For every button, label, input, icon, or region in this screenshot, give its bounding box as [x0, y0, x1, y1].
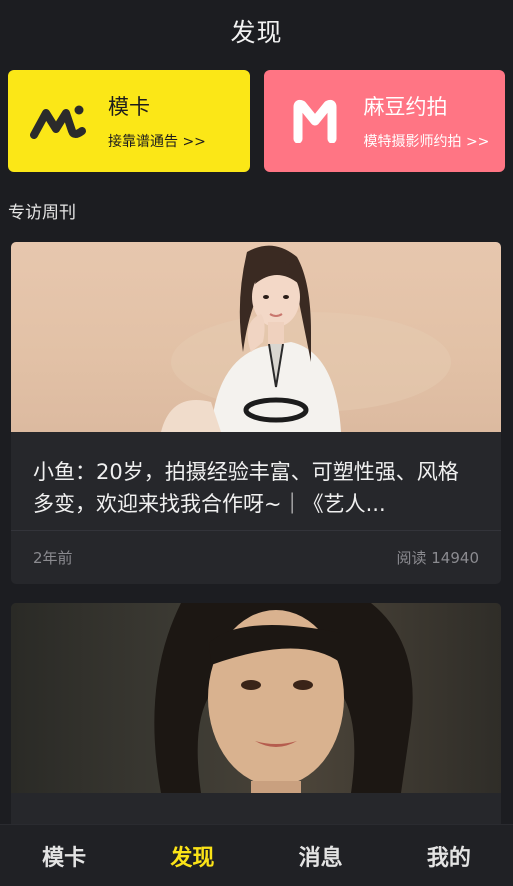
tab-discover[interactable]: 发现	[132, 840, 252, 872]
madou-logo-icon	[286, 97, 344, 145]
tab-moka[interactable]: 模卡	[4, 840, 124, 872]
bottom-tab-bar: 模卡 发现 消息 我的	[0, 824, 513, 886]
article-read-count: 阅读 14940	[396, 549, 480, 567]
madou-promo-title: 麻豆约拍	[363, 95, 448, 119]
moka-promo-card[interactable]: 模卡 接靠谱通告 >>	[8, 70, 250, 172]
article-card[interactable]	[11, 603, 501, 833]
moka-logo-icon	[30, 97, 88, 145]
promo-row: 模卡 接靠谱通告 >> 麻豆约拍 模特摄影师约拍 >>	[0, 62, 513, 172]
article-meta: 2年前 阅读 14940	[11, 530, 501, 584]
tab-mine[interactable]: 我的	[389, 840, 509, 872]
article-time: 2年前	[33, 549, 73, 567]
madou-promo-subtitle: 模特摄影师约拍 >>	[363, 134, 490, 150]
tab-messages[interactable]: 消息	[261, 840, 381, 872]
moka-promo-subtitle: 接靠谱通告 >>	[108, 134, 206, 150]
top-bar: 发现	[0, 0, 513, 62]
page-title: 发现	[230, 18, 283, 47]
article-photo	[11, 603, 501, 793]
article-card[interactable]: 小鱼：20岁，拍摄经验丰富、可塑性强、风格多变，欢迎来找我合作呀~｜《艺人...…	[11, 242, 501, 584]
madou-promo-card[interactable]: 麻豆约拍 模特摄影师约拍 >>	[263, 70, 505, 172]
article-caption: 小鱼：20岁，拍摄经验丰富、可塑性强、风格多变，欢迎来找我合作呀~｜《艺人...	[33, 460, 459, 516]
moka-promo-title: 模卡	[108, 95, 150, 119]
section-title: 专访周刊	[8, 203, 76, 223]
article-photo	[11, 242, 501, 432]
